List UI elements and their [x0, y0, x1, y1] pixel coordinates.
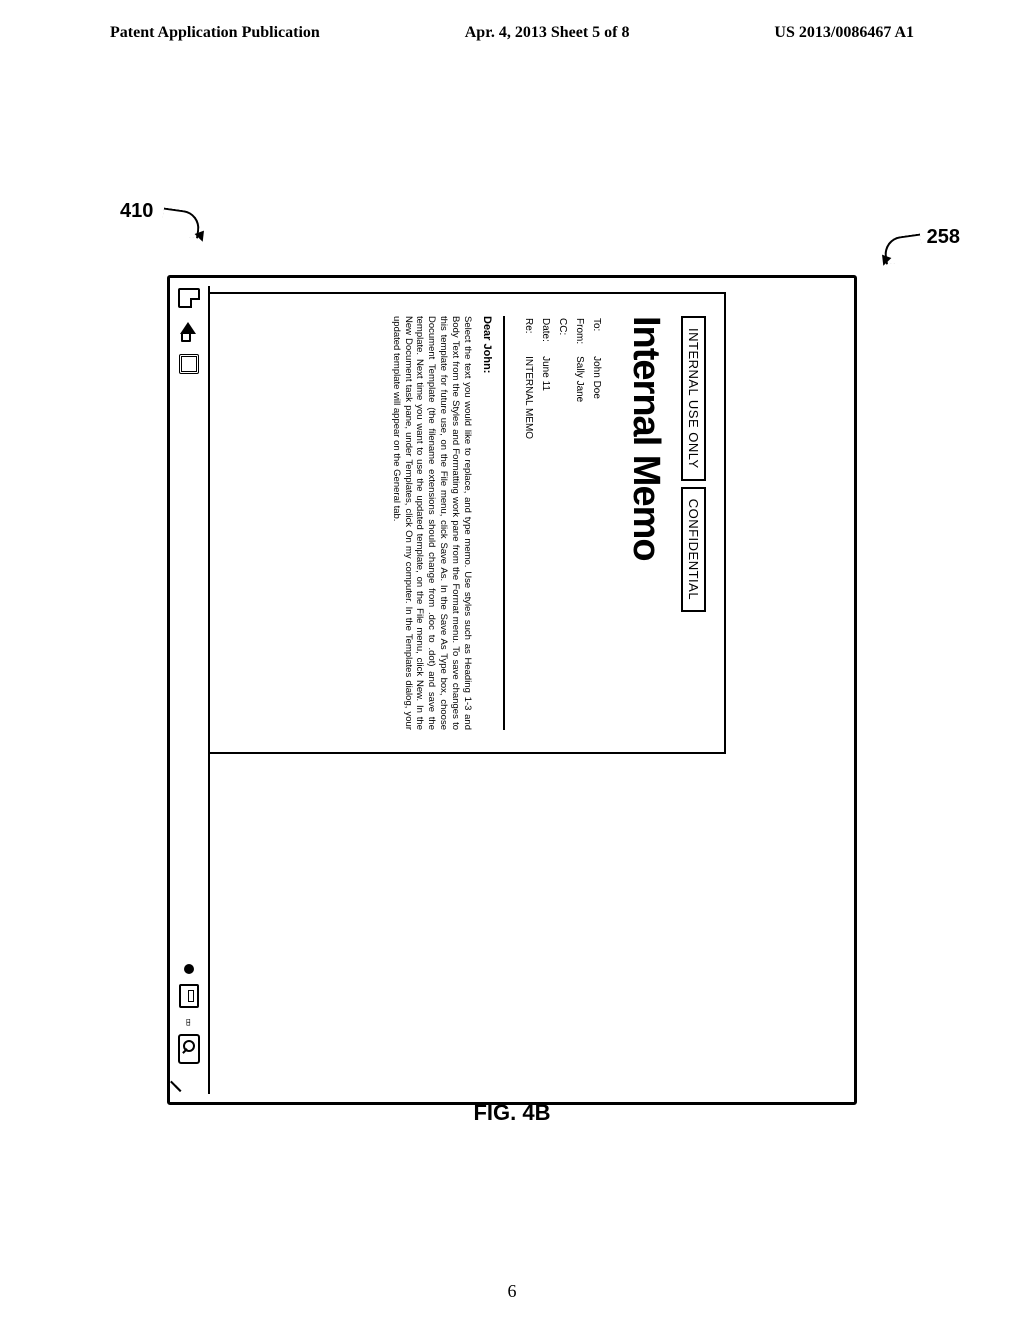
record-icon[interactable] — [184, 964, 194, 974]
arrow-icon — [195, 231, 208, 244]
field-re-value: INTERNAL MEMO — [521, 356, 536, 439]
resize-grip-icon[interactable] — [180, 1074, 198, 1092]
page-icon[interactable] — [178, 288, 200, 308]
application-window: INTERNAL USE ONLY CONFIDENTIAL Internal … — [167, 275, 857, 1105]
header-center: Apr. 4, 2013 Sheet 5 of 8 — [465, 24, 630, 42]
document-page: INTERNAL USE ONLY CONFIDENTIAL Internal … — [210, 292, 726, 754]
classification-tags: INTERNAL USE ONLY CONFIDENTIAL — [681, 316, 706, 730]
publication-header: Patent Application Publication Apr. 4, 2… — [0, 0, 1024, 50]
field-cc-label: CC: — [555, 318, 570, 354]
back-arrow-icon[interactable] — [178, 322, 200, 340]
reference-numeral-258: 258 — [927, 226, 960, 249]
arrow-icon — [879, 255, 892, 268]
field-to-label: To: — [589, 318, 604, 354]
field-to-value: John Doe — [589, 356, 604, 439]
field-re-label: Re: — [521, 318, 536, 354]
header-left: Patent Application Publication — [110, 24, 320, 42]
memo-body-text: Select the text you would like to replac… — [390, 316, 473, 730]
reference-numeral-410: 410 — [120, 200, 153, 223]
zoom-icon[interactable] — [178, 1034, 200, 1064]
field-cc-value — [555, 356, 570, 439]
divider — [503, 316, 505, 730]
memo-salutation: Dear John: — [481, 316, 493, 730]
more-icon[interactable]: ▫▫ — [182, 1018, 196, 1024]
screen-view-icon[interactable] — [179, 984, 199, 1008]
field-date-label: Date: — [538, 318, 553, 354]
field-from-value: Sally Jane — [572, 356, 587, 439]
memo-title: Internal Memo — [624, 316, 667, 730]
header-right: US 2013/0086467 A1 — [774, 24, 914, 42]
status-bar: ▫▫ — [170, 278, 208, 1102]
maximize-icon[interactable] — [179, 354, 199, 374]
memo-header-fields: To: John Doe From: Sally Jane CC: Dat — [519, 316, 606, 441]
tag-internal-use-only: INTERNAL USE ONLY — [681, 316, 706, 481]
field-date-value: June 11 — [538, 356, 553, 439]
document-canvas[interactable]: INTERNAL USE ONLY CONFIDENTIAL Internal … — [208, 286, 846, 1094]
figure-label: FIG. 4B — [473, 1100, 550, 1126]
page-number: 6 — [508, 1281, 517, 1302]
field-from-label: From: — [572, 318, 587, 354]
tag-confidential: CONFIDENTIAL — [681, 487, 706, 612]
